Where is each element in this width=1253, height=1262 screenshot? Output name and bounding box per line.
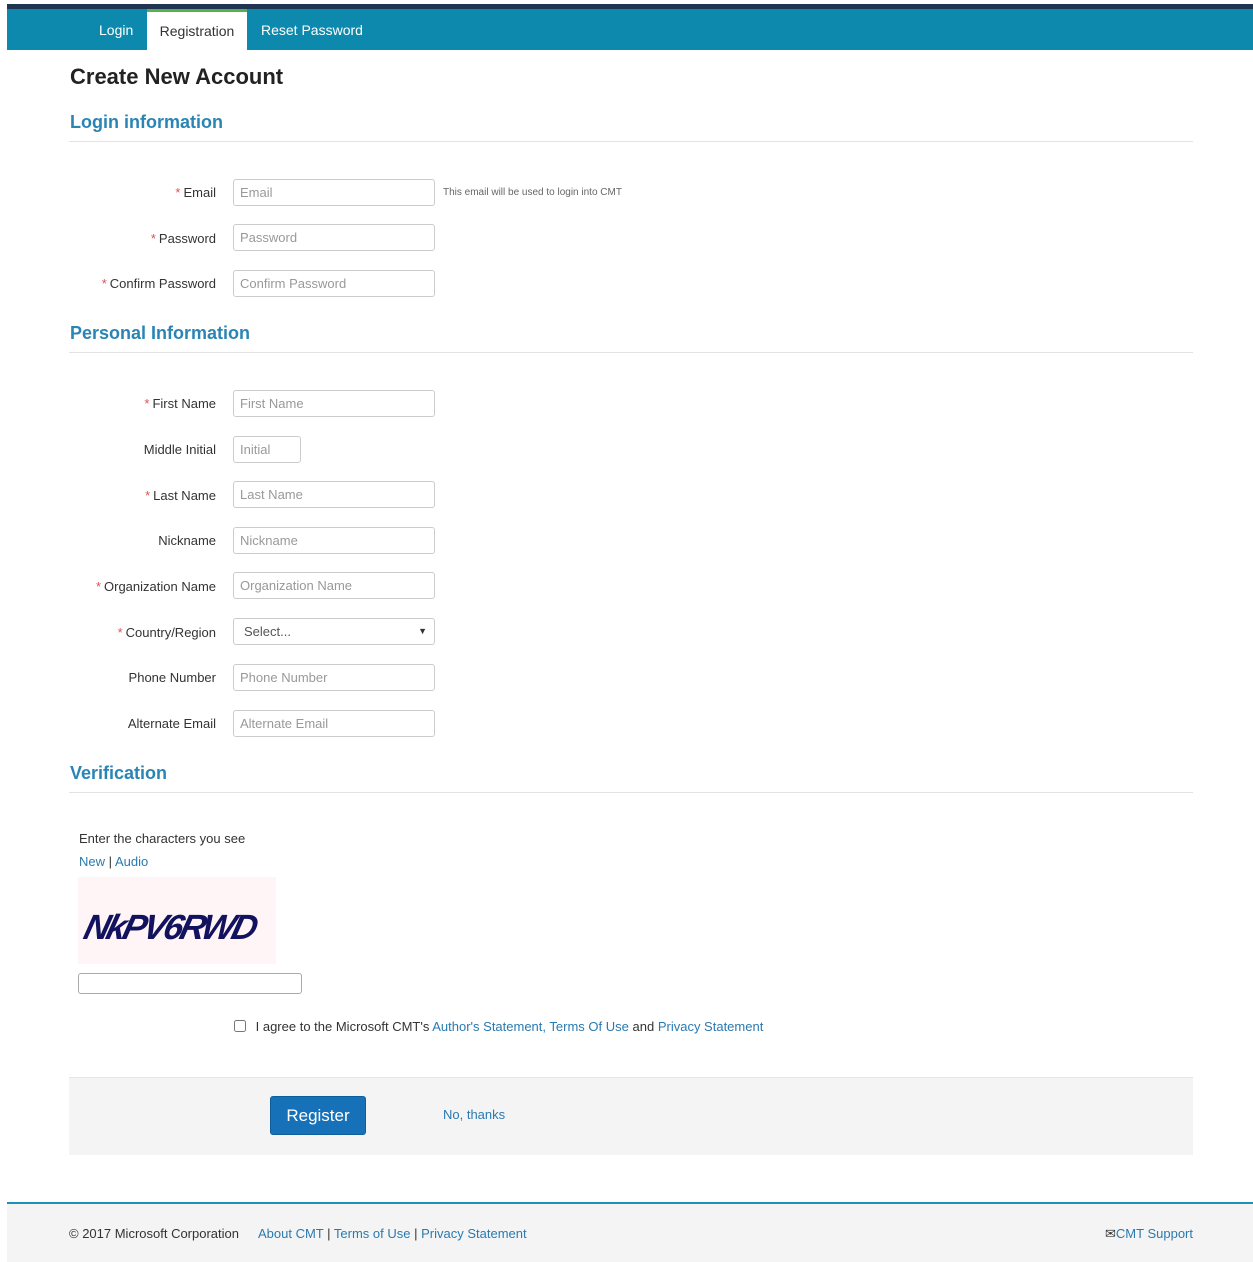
required-mark: * xyxy=(145,488,151,503)
divider xyxy=(69,141,1193,142)
captcha-image: NkPV6RWD xyxy=(78,877,276,964)
last-name-label: * Last Name xyxy=(145,488,216,503)
first-name-label: * First Name xyxy=(144,396,216,411)
password-field[interactable] xyxy=(233,224,435,251)
divider xyxy=(69,352,1193,353)
captcha-separator: | xyxy=(108,854,113,869)
required-mark: * xyxy=(95,579,101,594)
confirm-password-field[interactable] xyxy=(233,270,435,297)
required-mark: * xyxy=(150,231,156,246)
organization-field[interactable] xyxy=(233,572,435,599)
nav-bar: Login Registration Reset Password xyxy=(7,9,1253,50)
nickname-label: Nickname xyxy=(158,533,216,548)
country-select-value: Select... xyxy=(244,624,291,639)
section-personal-title: Personal Information xyxy=(70,323,251,343)
footer-separator: | xyxy=(414,1226,418,1241)
middle-initial-label: Middle Initial xyxy=(143,442,216,457)
envelope-icon: ✉ xyxy=(1105,1226,1116,1241)
no-thanks-link[interactable]: No, thanks xyxy=(443,1107,505,1122)
alternate-email-field[interactable] xyxy=(233,710,435,737)
captcha-audio-link[interactable]: Audio xyxy=(115,854,148,869)
footer-terms-link[interactable]: Terms of Use xyxy=(334,1226,411,1241)
phone-field[interactable] xyxy=(233,664,435,691)
confirm-password-label: * Confirm Password xyxy=(101,276,216,291)
footer-separator: | xyxy=(327,1226,331,1241)
terms-of-use-link[interactable]: Terms Of Use xyxy=(549,1019,628,1034)
password-label: * Password xyxy=(150,231,216,246)
register-button[interactable]: Register xyxy=(270,1096,366,1135)
page-title: Create New Account xyxy=(70,64,284,89)
agree-and: and xyxy=(632,1019,655,1034)
country-label: * Country/Region xyxy=(117,625,216,640)
required-mark: * xyxy=(144,396,150,411)
authors-statement-link[interactable]: Author's Statement, xyxy=(432,1019,546,1034)
tab-login[interactable]: Login xyxy=(99,9,133,50)
first-name-field[interactable] xyxy=(233,390,435,417)
copyright: © 2017 Microsoft Corporation xyxy=(69,1226,239,1241)
organization-label: * Organization Name xyxy=(95,579,216,594)
about-cmt-link[interactable]: About CMT xyxy=(258,1226,324,1241)
divider xyxy=(69,792,1193,793)
captcha-graphic: NkPV6RWD xyxy=(80,907,262,946)
agree-checkbox[interactable] xyxy=(234,1020,246,1032)
alternate-email-label: Alternate Email xyxy=(127,716,216,731)
footer: © 2017 Microsoft Corporation About CMT |… xyxy=(7,1202,1253,1262)
required-mark: * xyxy=(101,276,107,291)
agree-prefix: I agree to the Microsoft CMT's xyxy=(255,1019,430,1034)
middle-initial-field[interactable] xyxy=(233,436,301,463)
caret-down-icon: ▼ xyxy=(418,626,427,636)
captcha-links: New | Audio xyxy=(79,854,148,869)
section-verification-title: Verification xyxy=(70,763,168,783)
footer-links: About CMT | Terms of Use | Privacy State… xyxy=(258,1226,527,1241)
captcha-characters: NkPV6RWD xyxy=(80,907,262,946)
section-login-title: Login information xyxy=(70,112,223,132)
last-name-field[interactable] xyxy=(233,481,435,508)
phone-label: Phone Number xyxy=(128,670,216,685)
captcha-new-link[interactable]: New xyxy=(79,854,105,869)
footer-privacy-link[interactable]: Privacy Statement xyxy=(421,1226,527,1241)
tab-registration[interactable]: Registration xyxy=(147,9,247,50)
email-hint: This email will be used to login into CM… xyxy=(443,187,622,198)
cmt-support-link[interactable]: ✉CMT Support xyxy=(1105,1226,1193,1242)
nickname-field[interactable] xyxy=(233,527,435,554)
required-mark: * xyxy=(117,625,123,640)
email-label: * Email xyxy=(175,185,216,200)
action-bar xyxy=(69,1077,1193,1155)
captcha-input[interactable] xyxy=(78,973,302,994)
country-select[interactable]: Select... ▼ xyxy=(233,618,435,645)
captcha-prompt: Enter the characters you see xyxy=(79,831,246,846)
privacy-statement-link[interactable]: Privacy Statement xyxy=(658,1019,764,1034)
tab-reset-password[interactable]: Reset Password xyxy=(261,9,363,50)
agree-row: I agree to the Microsoft CMT's Author's … xyxy=(234,1019,763,1034)
required-mark: * xyxy=(175,185,181,200)
email-field[interactable] xyxy=(233,179,435,206)
